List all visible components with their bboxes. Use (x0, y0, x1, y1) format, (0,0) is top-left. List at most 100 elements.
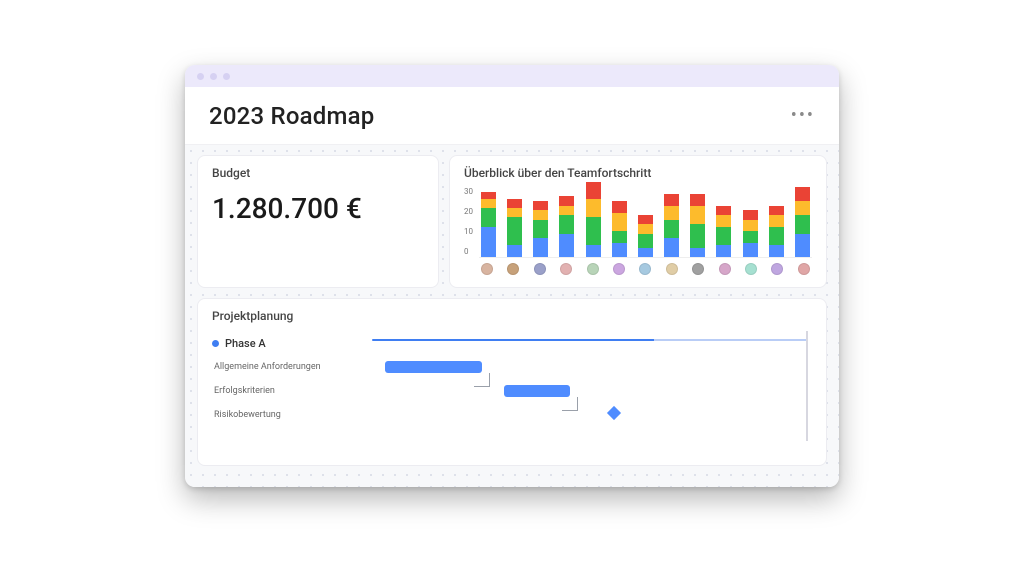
chart-bar-segment (769, 245, 784, 257)
chart-bar-segment (533, 210, 548, 219)
ytick: 20 (464, 208, 473, 216)
chart-bar-segment (586, 199, 601, 218)
member-avatar[interactable] (692, 263, 704, 275)
task-list: Phase A Allgemeine Anforderungen Erfolgs… (212, 331, 362, 441)
dashboard-body: Budget 1.280.700 € Überblick über den Te… (185, 145, 839, 487)
chart-bar-segment (533, 201, 548, 210)
budget-card[interactable]: Budget 1.280.700 € (197, 155, 439, 288)
member-avatar[interactable] (481, 263, 493, 275)
chart-bar (743, 210, 758, 257)
window-control-dot[interactable] (210, 73, 217, 80)
ytick: 30 (464, 188, 473, 196)
member-avatar[interactable] (560, 263, 572, 275)
chart-bars (479, 188, 812, 258)
chart-bar-segment (559, 206, 574, 215)
app-window: 2023 Roadmap ••• Budget 1.280.700 € Über… (185, 65, 839, 487)
chart-bar (481, 192, 496, 257)
task-label: Allgemeine Anforderungen (214, 362, 321, 372)
chart-bar-segment (507, 199, 522, 208)
chart-bar-segment (638, 248, 653, 257)
project-planning-card[interactable]: Projektplanung Phase A Allgemeine Anford… (197, 298, 827, 466)
chart-bar-segment (533, 220, 548, 239)
member-avatar[interactable] (719, 263, 731, 275)
chart-bar-segment (716, 215, 731, 227)
chart-bar-segment (795, 201, 810, 215)
chart-bar-segment (716, 245, 731, 257)
chart-bar-segment (716, 227, 731, 246)
phase-dot-icon (212, 340, 219, 347)
chart-bar-segment (481, 227, 496, 257)
task-label: Erfolgskriterien (214, 386, 275, 396)
chart-bar-segment (612, 201, 627, 213)
chart-bar-segment (690, 248, 705, 257)
task-row[interactable]: Allgemeine Anforderungen (212, 355, 362, 379)
chart-bar-segment (559, 215, 574, 234)
chart-bar-segment (481, 192, 496, 199)
budget-card-title: Budget (212, 166, 424, 180)
gantt-connector (474, 373, 490, 387)
more-options-icon[interactable]: ••• (791, 105, 815, 126)
member-avatar[interactable] (507, 263, 519, 275)
member-avatar[interactable] (534, 263, 546, 275)
chart-bar (638, 215, 653, 257)
task-row[interactable]: Risikobewertung (212, 403, 362, 427)
chart-bar-segment (795, 234, 810, 257)
window-control-dot[interactable] (197, 73, 204, 80)
chart-bar-segment (769, 206, 784, 215)
ytick: 10 (464, 228, 473, 236)
member-avatar[interactable] (798, 263, 810, 275)
member-avatar[interactable] (613, 263, 625, 275)
member-avatar[interactable] (587, 263, 599, 275)
phase-row[interactable]: Phase A (212, 331, 362, 355)
gantt-timeline (372, 339, 806, 341)
chart-bar-segment (664, 238, 679, 257)
chart-bar (586, 182, 601, 257)
gantt-end-marker (806, 331, 808, 441)
chart-bar-segment (586, 217, 601, 245)
ytick: 0 (464, 248, 473, 256)
window-titlebar (185, 65, 839, 87)
chart-bar-segment (533, 238, 548, 257)
chart-bar (507, 199, 522, 257)
team-progress-card[interactable]: Überblick über den Teamfortschritt 30 20… (449, 155, 827, 288)
page-title: 2023 Roadmap (209, 102, 374, 130)
gantt-milestone[interactable] (607, 406, 621, 420)
chart-bar (559, 196, 574, 257)
chart-bar-segment (690, 194, 705, 206)
chart-bar (690, 194, 705, 257)
chart-bar-segment (612, 243, 627, 257)
gantt-bar[interactable] (385, 361, 482, 373)
chart-bar (769, 206, 784, 257)
chart-bar-segment (612, 213, 627, 232)
gantt-connector (562, 397, 578, 411)
chart-bar (664, 194, 679, 257)
budget-value: 1.280.700 € (212, 192, 424, 225)
chart-bar-segment (664, 220, 679, 239)
chart-bar-segment (559, 234, 574, 257)
gantt-bar[interactable] (504, 385, 570, 397)
chart-bar-segment (481, 199, 496, 208)
member-avatar[interactable] (639, 263, 651, 275)
chart-bar-segment (690, 206, 705, 225)
member-avatar[interactable] (745, 263, 757, 275)
chart-bar-segment (586, 182, 601, 198)
chart-bar-segment (481, 208, 496, 227)
chart-bar-segment (664, 206, 679, 220)
chart-bar-segment (795, 187, 810, 201)
phase-label: Phase A (225, 337, 266, 350)
page-header: 2023 Roadmap ••• (185, 87, 839, 145)
chart-bar-segment (638, 234, 653, 248)
chart-bar-segment (795, 215, 810, 234)
chart-bar-segment (586, 245, 601, 257)
chart-bar-segment (769, 215, 784, 227)
chart-bar-segment (559, 196, 574, 205)
window-control-dot[interactable] (223, 73, 230, 80)
chart-bar (795, 187, 810, 257)
task-row[interactable]: Erfolgskriterien (212, 379, 362, 403)
member-avatar[interactable] (666, 263, 678, 275)
member-avatar[interactable] (771, 263, 783, 275)
chart-bar-segment (507, 217, 522, 245)
project-planning-title: Projektplanung (212, 309, 812, 323)
team-progress-title: Überblick über den Teamfortschritt (464, 166, 812, 180)
chart-bar-segment (690, 224, 705, 247)
